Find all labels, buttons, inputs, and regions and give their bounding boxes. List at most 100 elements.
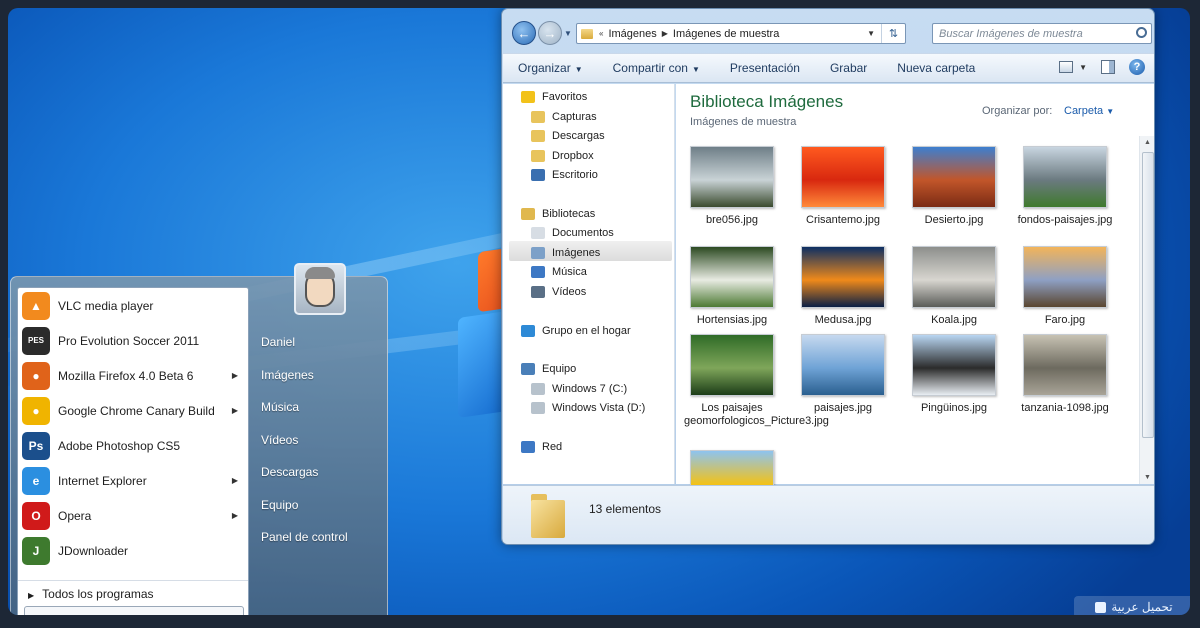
nav-item[interactable]: Windows Vista (D:) xyxy=(531,399,645,417)
start-menu: ▲ VLC media player PES Pro Evolution Soccer… xyxy=(10,263,388,615)
search-input[interactable]: Buscar Imágenes de muestra xyxy=(932,23,1152,44)
new-folder-button[interactable]: Nueva carpeta xyxy=(882,61,990,75)
start-search-input[interactable] xyxy=(24,606,244,615)
nav-item[interactable]: Capturas xyxy=(531,108,597,126)
start-program-item[interactable]: ▲ VLC media player xyxy=(18,288,248,323)
watermark-badge: تحميل عربية xyxy=(1074,596,1190,615)
forward-button[interactable]: → xyxy=(538,21,562,45)
music-icon xyxy=(531,266,545,278)
nav-item[interactable]: Música xyxy=(531,263,587,281)
start-place-item[interactable]: Daniel xyxy=(257,327,383,360)
file-thumbnail[interactable]: tanzania-1098.jpg xyxy=(1017,334,1113,415)
burn-button[interactable]: Grabar xyxy=(815,61,882,75)
all-programs-button[interactable]: ▶ Todos los programas xyxy=(18,580,248,602)
nav-item[interactable]: Escritorio xyxy=(531,166,598,184)
start-place-item[interactable]: Vídeos xyxy=(257,425,383,458)
file-name: tanzania-1098.jpg xyxy=(1021,402,1109,414)
slideshow-button[interactable]: Presentación xyxy=(715,61,815,75)
start-program-item[interactable]: O Opera ▶ xyxy=(18,498,248,533)
nav-group[interactable]: Bibliotecas xyxy=(521,205,595,223)
user-avatar[interactable] xyxy=(294,263,346,315)
nav-label: Vídeos xyxy=(552,286,587,298)
nav-item[interactable]: Windows 7 (C:) xyxy=(531,380,627,398)
image-preview xyxy=(912,334,996,396)
start-place-item[interactable]: Imágenes xyxy=(257,360,383,393)
file-thumbnail[interactable]: Desierto.jpg xyxy=(906,146,1002,227)
share-button[interactable]: Compartir con ▼ xyxy=(598,61,715,75)
start-program-item[interactable]: ● Mozilla Firefox 4.0 Beta 6 ▶ xyxy=(18,358,248,393)
start-program-item[interactable]: PES Pro Evolution Soccer 2011 xyxy=(18,323,248,358)
image-preview xyxy=(1023,246,1107,308)
start-place-item[interactable]: Panel de control xyxy=(257,522,383,555)
nav-label: Equipo xyxy=(542,363,577,375)
file-name: Hortensias.jpg xyxy=(696,314,768,326)
vertical-scrollbar[interactable]: ▲ ▼ xyxy=(1139,136,1154,484)
start-program-item[interactable]: J JDownloader xyxy=(18,533,248,568)
file-thumbnail[interactable]: Medusa.jpg xyxy=(795,246,891,327)
breadcrumb-separator-icon[interactable]: ▶ xyxy=(662,29,668,38)
recent-pages-icon[interactable]: ▼ xyxy=(564,29,572,38)
address-dropdown-icon[interactable]: ▼ xyxy=(867,29,875,38)
nav-item[interactable]: Imágenes xyxy=(531,244,600,262)
start-place-item[interactable]: Descargas xyxy=(257,457,383,490)
videos-icon xyxy=(531,286,545,298)
file-thumbnail[interactable]: Faro.jpg xyxy=(1017,246,1113,327)
file-name: Crisantemo.jpg xyxy=(806,214,880,226)
start-place-item[interactable]: Equipo xyxy=(257,490,383,523)
nav-item[interactable]: Descargas xyxy=(531,127,605,145)
nav-group[interactable]: Equipo xyxy=(521,360,576,378)
nav-group[interactable]: Favoritos xyxy=(521,88,587,106)
file-thumbnail[interactable]: Koala.jpg xyxy=(906,246,1002,327)
overflow-chevron-icon[interactable]: « xyxy=(599,29,603,38)
arrange-by-dropdown[interactable]: Carpeta ▼ xyxy=(1064,105,1114,117)
breadcrumb-item[interactable]: Imágenes de muestra xyxy=(673,28,779,40)
explorer-window: ← → ▼ « Imágenes ▶ Imágenes de muestra ▼… xyxy=(501,8,1155,545)
file-name: Faro.jpg xyxy=(1044,314,1086,326)
nav-item[interactable]: Dropbox xyxy=(531,147,594,165)
scroll-up-icon[interactable]: ▲ xyxy=(1144,139,1151,146)
image-preview xyxy=(912,246,996,308)
submenu-arrow-icon[interactable]: ▶ xyxy=(232,476,238,485)
back-button[interactable]: ← xyxy=(512,21,536,45)
submenu-arrow-icon[interactable]: ▶ xyxy=(232,371,238,380)
scroll-down-icon[interactable]: ▼ xyxy=(1144,474,1151,481)
nav-group[interactable]: Grupo en el hogar xyxy=(521,322,631,340)
search-icon[interactable] xyxy=(1136,27,1147,38)
breadcrumb-item[interactable]: Imágenes xyxy=(608,28,656,40)
desktop-icon xyxy=(531,169,545,181)
submenu-arrow-icon[interactable]: ▶ xyxy=(232,511,238,520)
library-subtitle: Imágenes de muestra xyxy=(690,116,797,128)
nav-label: Red xyxy=(542,441,563,453)
address-row: ← → ▼ « Imágenes ▶ Imágenes de muestra ▼… xyxy=(508,21,1152,45)
address-bar[interactable]: « Imágenes ▶ Imágenes de muestra ▼ ⇅ xyxy=(576,23,906,44)
program-label: Internet Explorer xyxy=(58,473,147,488)
refresh-button[interactable]: ⇅ xyxy=(881,24,905,43)
navigation-pane: Favoritos Capturas Descargas Dropbox Escrito… xyxy=(503,84,675,484)
image-preview xyxy=(801,334,885,396)
file-thumbnail[interactable]: Pingüinos.jpg xyxy=(906,334,1002,415)
downloads-folder-icon xyxy=(531,130,545,142)
file-thumbnail[interactable]: fondos-paisajes.jpg xyxy=(1017,146,1113,227)
start-program-item[interactable]: ● Google Chrome Canary Build ▶ xyxy=(18,393,248,428)
nav-item[interactable]: Documentos xyxy=(531,224,614,242)
image-preview xyxy=(690,334,774,396)
organize-button[interactable]: Organizar ▼ xyxy=(503,61,598,75)
start-place-item[interactable]: Música xyxy=(257,392,383,425)
file-thumbnail[interactable]: paisajes.jpg xyxy=(795,334,891,415)
preview-pane-icon[interactable] xyxy=(1101,60,1115,74)
file-thumbnail[interactable]: Los paisajes geomorfologicos_Picture3.jp… xyxy=(684,334,829,428)
nav-item[interactable]: Vídeos xyxy=(531,283,586,301)
file-thumbnail[interactable]: bre056.jpg xyxy=(684,146,780,227)
scrollbar-thumb[interactable] xyxy=(1142,152,1154,438)
program-label: Pro Evolution Soccer 2011 xyxy=(58,333,200,348)
file-thumbnail[interactable]: Crisantemo.jpg xyxy=(795,146,891,227)
help-icon[interactable]: ? xyxy=(1129,59,1145,75)
submenu-arrow-icon[interactable]: ▶ xyxy=(232,406,238,415)
start-program-item[interactable]: Ps Adobe Photoshop CS5 xyxy=(18,428,248,463)
file-thumbnail[interactable]: Hortensias.jpg xyxy=(684,246,780,327)
views-dropdown-icon[interactable]: ▼ xyxy=(1079,63,1087,72)
start-program-item[interactable]: e Internet Explorer ▶ xyxy=(18,463,248,498)
change-view-icon[interactable] xyxy=(1059,61,1074,73)
nav-group[interactable]: Red xyxy=(521,438,562,456)
documents-icon xyxy=(531,227,545,239)
